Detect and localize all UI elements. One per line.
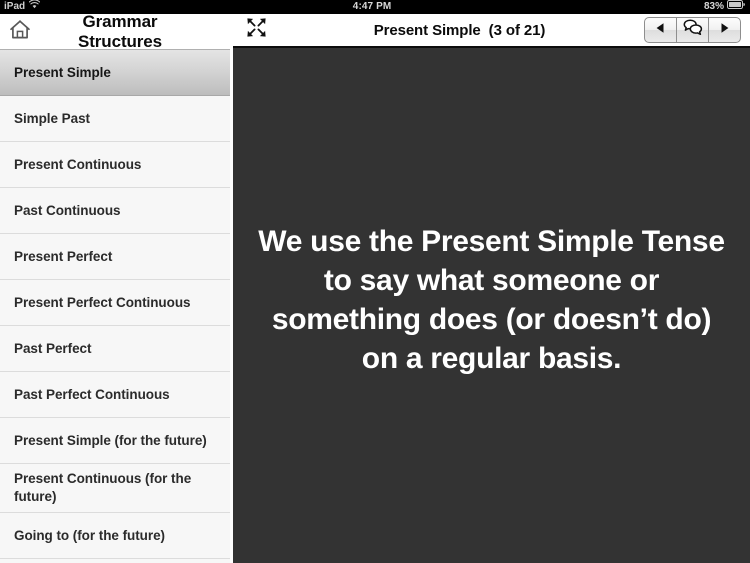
list-item-label: Past Perfect Continuous xyxy=(14,386,170,402)
list-item-label: Present Continuous (for the future) xyxy=(14,471,192,504)
sidebar-header: Grammar Structures xyxy=(0,14,230,51)
status-bar-clock: 4:47 PM xyxy=(352,1,392,12)
triangle-left-icon xyxy=(655,21,666,39)
list-item[interactable]: Present Simple (for the future) xyxy=(0,418,230,464)
navigation-button-group xyxy=(644,17,741,43)
list-item-label: Present Perfect xyxy=(14,248,113,264)
speech-bubbles-button[interactable] xyxy=(677,18,709,42)
list-item-label: Past Perfect xyxy=(14,340,92,356)
list-item-label: Simple Past xyxy=(14,110,90,126)
list-item-label: Present Simple (for the future) xyxy=(14,432,207,448)
speech-bubbles-icon xyxy=(683,19,703,41)
detail-panel: Present Simple (3 of 21) We use the Pres… xyxy=(230,14,750,563)
detail-title-text: Present Simple xyxy=(373,21,481,39)
home-button[interactable] xyxy=(0,15,40,49)
previous-button[interactable] xyxy=(645,18,677,42)
status-bar: iPad 4:47 PM 83% xyxy=(0,0,750,14)
detail-header: Present Simple (3 of 21) xyxy=(233,14,750,48)
split-view: Grammar Structures Present Simple Simple… xyxy=(0,14,750,563)
sidebar-title: Grammar Structures xyxy=(77,14,163,51)
status-bar-left: iPad xyxy=(0,0,41,14)
list-item[interactable]: Present Simple xyxy=(0,50,230,96)
detail-body: We use the Present Simple Tense to say w… xyxy=(233,50,750,563)
grammar-structures-list[interactable]: Present Simple Simple Past Present Conti… xyxy=(0,50,230,563)
list-item-label: Going to (for the future) xyxy=(14,527,165,543)
list-item-label: Present Continuous xyxy=(14,156,142,172)
list-item-label: Present Simple xyxy=(14,64,111,80)
list-item-label: Present Perfect Continuous xyxy=(14,294,191,310)
status-bar-right: 83% xyxy=(704,0,750,14)
carrier-label: iPad xyxy=(4,1,26,12)
list-item[interactable]: Present Continuous (for the future) xyxy=(0,464,230,513)
home-icon xyxy=(9,19,31,45)
next-button[interactable] xyxy=(709,18,740,42)
lesson-text: We use the Present Simple Tense to say w… xyxy=(258,224,725,375)
list-item[interactable]: Past Perfect Continuous xyxy=(0,372,230,418)
list-item[interactable]: Simple Past xyxy=(0,96,230,142)
battery-percent-label: 83% xyxy=(703,1,724,12)
list-item[interactable]: Present Perfect xyxy=(0,234,230,280)
triangle-right-icon xyxy=(719,21,730,39)
expand-icon xyxy=(246,17,267,43)
list-item[interactable]: Present Perfect Continuous xyxy=(0,280,230,326)
sidebar-panel: Grammar Structures Present Simple Simple… xyxy=(0,14,230,563)
list-item-label: Past Continuous xyxy=(14,202,121,218)
detail-counter: (3 of 21) xyxy=(488,21,546,39)
list-item[interactable]: Past Perfect xyxy=(0,326,230,372)
list-item[interactable]: Past Continuous xyxy=(0,188,230,234)
list-item[interactable]: Present Continuous xyxy=(0,142,230,188)
list-item[interactable]: Going to (for the future) xyxy=(0,513,230,559)
wifi-icon xyxy=(28,0,41,14)
detail-title: Present Simple (3 of 21) xyxy=(275,22,644,39)
expand-button[interactable] xyxy=(237,14,275,46)
battery-icon xyxy=(727,0,745,14)
